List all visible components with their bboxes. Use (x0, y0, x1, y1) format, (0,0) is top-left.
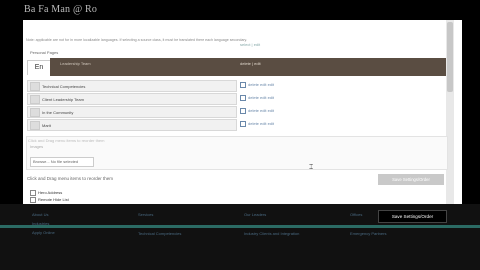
save-settings-button[interactable]: Save Settings/Order (378, 210, 447, 223)
drag-handle-icon[interactable] (30, 82, 40, 91)
checkbox-icon[interactable] (30, 197, 36, 203)
checkbox-label: Hero Address (38, 190, 63, 196)
footer-link[interactable]: Emergency Partners (350, 231, 386, 236)
language-links[interactable]: select | edit (240, 42, 260, 47)
footer-column: Our Leaders Industry Clients and Integra… (244, 212, 299, 240)
footer-link[interactable]: Our Leaders (244, 212, 299, 217)
hint-title: Click and Drag menu items to reorder the… (28, 138, 105, 143)
footer-divider (0, 225, 480, 228)
row-actions[interactable]: delete edit edit (240, 82, 274, 88)
row-actions-text[interactable]: delete edit edit (248, 108, 274, 113)
checkbox-icon[interactable] (240, 108, 246, 114)
row-actions[interactable]: delete edit edit (240, 108, 274, 114)
checkbox-row[interactable]: Hero Address (30, 190, 62, 196)
highlighted-row-label: Leadership Team (60, 61, 91, 66)
list-item-label: Technical Competencies (42, 84, 86, 89)
highlighted-row-actions[interactable]: delete | edit (240, 61, 261, 66)
checkbox-icon[interactable] (240, 95, 246, 101)
footer-link[interactable]: About Us (32, 212, 55, 217)
footer-column: Services Technical Competencies (138, 212, 181, 240)
checkbox-icon[interactable] (240, 82, 246, 88)
checkbox-row[interactable]: Remote Hide List (30, 197, 69, 203)
hint-subtitle: Images (30, 144, 44, 149)
drag-handle-icon[interactable] (30, 95, 40, 104)
mouse-cursor-icon: ⌶ (309, 164, 314, 171)
drag-handle-icon[interactable] (30, 121, 40, 130)
list-item[interactable]: Marit (27, 119, 237, 131)
list-item[interactable]: Technical Competencies (27, 80, 237, 92)
footer-link[interactable]: Services (138, 212, 181, 217)
reorder-hint: Click and Drag menu items to reorder the… (27, 176, 114, 181)
section-label: Personal Pages (30, 50, 59, 55)
scrollbar-thumb[interactable] (447, 22, 453, 92)
footer-link[interactable]: Industries (32, 221, 55, 226)
list-item-label: Marit (42, 123, 51, 128)
list-item-label: Client Leadership Team (42, 97, 84, 102)
drag-handle-icon[interactable] (30, 108, 40, 117)
footer-link[interactable]: Technical Competencies (138, 231, 181, 236)
row-actions[interactable]: delete edit edit (240, 121, 274, 127)
tab-english[interactable]: En (27, 60, 51, 75)
checkbox-icon[interactable] (240, 121, 246, 127)
list-item[interactable]: Client Leadership Team (27, 93, 237, 105)
file-input[interactable]: Browse... No file selected (30, 157, 94, 167)
list-item[interactable]: In the Community (27, 106, 237, 118)
row-actions-text[interactable]: delete edit edit (248, 95, 274, 100)
footer-column: About Us Industries Apply Online (32, 212, 55, 239)
row-actions[interactable]: delete edit edit (240, 95, 274, 101)
settings-description: Note: applicable are not for in more loc… (26, 38, 248, 42)
row-actions-text[interactable]: delete edit edit (248, 121, 274, 126)
highlighted-row[interactable]: Leadership Team delete | edit (50, 58, 446, 76)
checkbox-label: Remote Hide List (38, 197, 69, 203)
checkbox-icon[interactable] (30, 190, 36, 196)
row-actions-text[interactable]: delete edit edit (248, 82, 274, 87)
save-settings-button-disabled[interactable]: Save Settings/Order (378, 174, 444, 185)
footer-link[interactable]: Industry Clients and Integration (244, 231, 299, 236)
window-title: Ba Fa Man @ Ro (24, 4, 98, 15)
footer-link[interactable]: Apply Online (32, 230, 55, 235)
list-item-label: In the Community (42, 110, 74, 115)
